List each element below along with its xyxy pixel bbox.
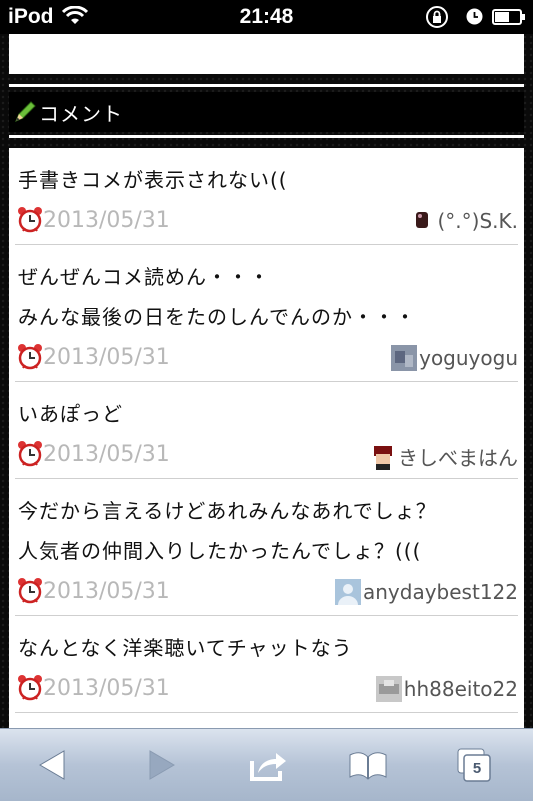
comment-line: 手書きコメが表示されない(( [18,168,288,192]
comment-author[interactable]: yoguyogu [391,345,518,371]
bookmarks-icon[interactable] [348,747,388,783]
alarm-icon [466,8,483,25]
divider [9,135,524,138]
battery-icon [492,9,525,25]
alarm-clock-icon [18,441,42,467]
comment-meta: 2013/05/31 (°.°)S.K. [15,200,518,244]
forward-arrow-icon[interactable] [140,747,180,783]
comment-line: みんな最後の日をたのしんでんのか・・・ [18,305,416,329]
comment-item: いあぽっど 2013/05/31 きしべまはん [15,382,518,479]
comment-line: ぜんぜんコメ読めん・・・ [18,265,270,289]
tab-count: 5 [472,760,482,777]
author-name: yoguyogu [419,346,518,370]
clock-time: 21:48 [239,5,294,28]
comment-text: ぜんぜんコメ読めん・・・ みんな最後の日をたのしんでんのか・・・ [15,245,518,337]
browser-toolbar: 5 [0,728,533,801]
comment-date: 2013/05/31 [43,442,170,467]
comment-text: 今だから言えるけどあれみんなあれでしょ？ 人気者の仲間入りしたかったんでしょ？(… [15,479,518,571]
comment-meta: 2013/05/31 hh88eito22 [15,668,518,712]
rotation-lock-icon [426,6,448,28]
comment-text: なんとなく洋楽聴いてチャットなう [15,616,518,668]
comment-text: 手書きコメが表示されない(( [15,148,518,200]
comment-line: 人気者の仲間入りしたかったんでしょ？((( [18,539,422,563]
pencil-icon [15,101,36,122]
author-name: hh88eito22 [403,677,518,701]
comment-item: ぜんぜんコメ読めん・・・ みんな最後の日をたのしんでんのか・・・ 2013/05… [15,245,518,382]
alarm-clock-icon [18,207,42,233]
comment-author[interactable]: hh88eito22 [375,676,518,702]
comment-line: いあぽっど [18,402,123,426]
comment-meta: 2013/05/31 anydaybest122 [15,571,518,615]
avatar [374,445,392,470]
comment-list: 手書きコメが表示されない(( 2013/05/31 (°.°)S.K. ぜんぜん… [9,148,524,728]
comment-section-header: コメント [9,92,524,132]
comment-text: いあぽっど [15,382,518,434]
status-bar: iPod 21:48 [0,0,533,34]
avatar [415,212,428,228]
section-title: コメント [39,101,123,126]
comment-line: なんとなく洋楽聴いてチャットなう [18,636,353,660]
web-page: コメント 手書きコメが表示されない(( 2013/05/31 (°.°)S.K.… [0,34,533,728]
comment-author[interactable]: anydaybest122 [335,579,518,605]
comment-item: 今だから言えるけどあれみんなあれでしょ？ 人気者の仲間入りしたかったんでしょ？(… [15,479,518,616]
comment-date: 2013/05/31 [43,579,170,604]
avatar [335,579,361,605]
alarm-clock-icon [18,578,42,604]
author-name: (°.°)S.K. [437,209,519,233]
comment-item: 手書きコメが表示されない(( 2013/05/31 (°.°)S.K. [15,148,518,245]
back-arrow-icon[interactable] [34,747,74,783]
comment-line: 今だから言えるけどあれみんなあれでしょ？ [18,499,437,523]
avatar [375,676,402,702]
comment-author[interactable]: (°.°)S.K. [410,208,519,234]
comment-date: 2013/05/31 [43,345,170,370]
alarm-clock-icon [18,675,42,701]
comment-date: 2013/05/31 [43,676,170,701]
alarm-clock-icon [18,344,42,370]
comment-author[interactable]: きしべまはん [370,442,518,471]
author-name: きしべまはん [398,446,518,470]
comment-meta: 2013/05/31 きしべまはん [15,434,518,478]
avatar [391,345,418,371]
author-name: anydaybest122 [363,580,518,604]
comment-item: なんとなく洋楽聴いてチャットなう 2013/05/31 hh88eito22 [15,616,518,713]
share-icon[interactable] [248,747,288,783]
comment-date: 2013/05/31 [43,208,170,233]
comment-meta: 2013/05/31 yoguyogu [15,337,518,381]
top-content-box [9,34,524,74]
divider [9,84,524,87]
